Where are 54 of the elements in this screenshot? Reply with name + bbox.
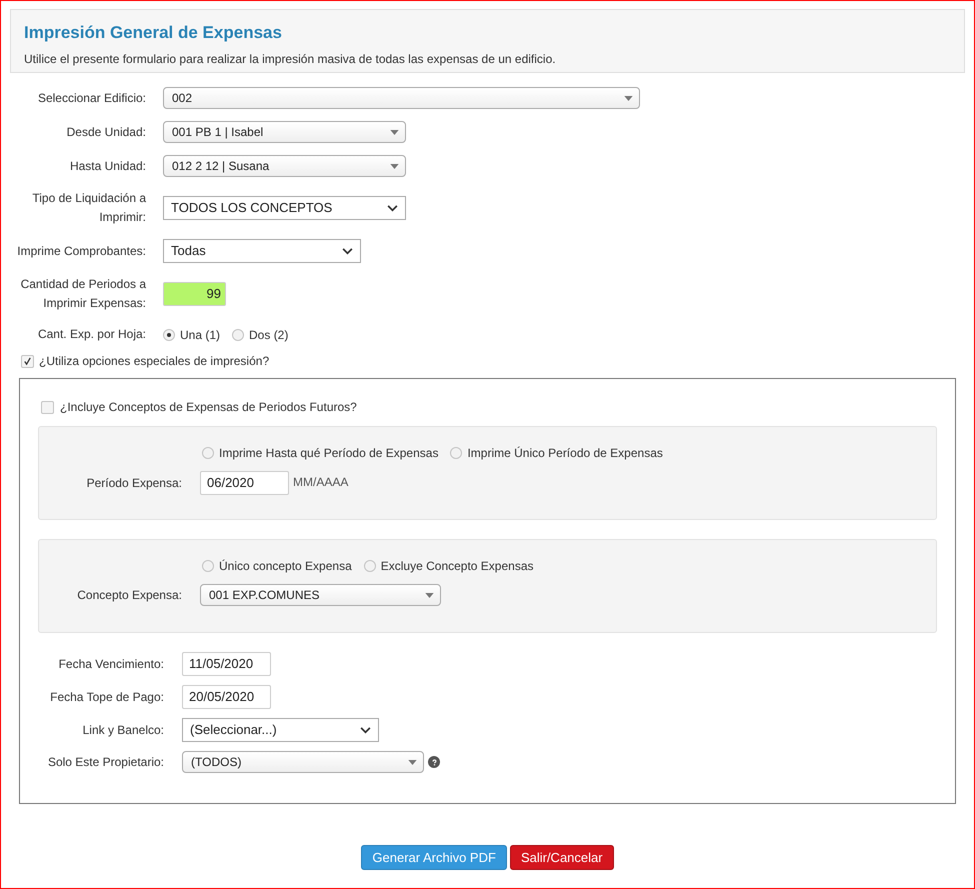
field-label: Link y Banelco: — [82, 722, 164, 738]
radio-button[interactable] — [232, 328, 244, 340]
caret-icon — [390, 130, 399, 134]
radio-button[interactable] — [202, 560, 214, 572]
input-field[interactable]: 06/2020 — [200, 471, 289, 495]
field-label: Período Expensa: — [86, 474, 182, 492]
page-title: Impresión General de Expensas — [24, 22, 282, 44]
radio-button[interactable] — [450, 447, 462, 459]
radio-label: Imprime Único Período de Expensas — [467, 445, 663, 462]
checkbox[interactable] — [41, 400, 54, 414]
radio-label: Único concepto Expensa — [219, 558, 352, 575]
field-label: Solo Este Propietario: — [46, 754, 164, 770]
radio-button[interactable] — [163, 328, 175, 340]
checkbox-label: ¿Incluye Conceptos de Expensas de Periodos Futuros? — [60, 399, 357, 416]
chevron-down-icon — [387, 204, 398, 212]
cancel-button[interactable]: Salir/Cancelar — [510, 845, 614, 870]
chevron-down-icon — [342, 248, 353, 254]
select-dropdown[interactable]: 001 PB 1 | Isabel — [163, 121, 406, 143]
field-label: Hasta Unidad: — [68, 158, 146, 174]
select-dropdown[interactable]: (TODOS) — [182, 751, 424, 773]
format-hint: MM/AAAA — [293, 474, 348, 491]
chevron-down-icon — [360, 726, 371, 734]
input-field[interactable]: 20/05/2020 — [182, 685, 271, 709]
select-dropdown[interactable]: 001 EXP.COMUNES — [200, 584, 441, 606]
input-field[interactable]: 11/05/2020 — [182, 652, 271, 676]
select-dropdown[interactable]: 012 2 12 | Susana — [163, 155, 406, 177]
caret-icon — [425, 592, 434, 598]
field-label: Desde Unidad: — [66, 124, 146, 140]
checkbox-label: ¿Utiliza opciones especiales de impresión? — [39, 353, 270, 370]
caret-icon — [624, 96, 633, 100]
caret-icon — [390, 164, 399, 168]
field-label: Tipo de Liquidación a Imprimir: — [31, 190, 146, 226]
page-description: Utilice el presente formulario para realizar la impresión masiva de todas las expensas de un edificio. — [24, 50, 556, 68]
select-dropdown[interactable]: 002 — [163, 87, 640, 109]
radio-label: Excluye Concepto Expensas — [380, 558, 534, 575]
radio-label: Imprime Hasta qué Período de Expensas — [219, 445, 438, 462]
radio-label: Una (1) — [180, 326, 220, 344]
help-icon[interactable] — [428, 756, 440, 768]
checkbox[interactable] — [21, 354, 34, 368]
field-label: Fecha Tope de Pago: — [49, 688, 164, 706]
radio-button[interactable] — [202, 447, 214, 459]
field-label: Fecha Vencimiento: — [58, 656, 164, 672]
select-dropdown[interactable]: (Seleccionar...) — [182, 718, 379, 742]
input-field[interactable]: 99 — [163, 282, 226, 306]
field-label: Seleccionar Edificio: — [36, 90, 146, 106]
radio-button[interactable] — [364, 560, 376, 572]
field-label: Cant. Exp. por Hoja: — [36, 326, 146, 343]
field-label: Cantidad de Periodos a Imprimir Expensas: — [20, 276, 146, 312]
field-label: Imprime Comprobantes: — [16, 242, 146, 260]
radio-label: Dos (2) — [249, 326, 288, 344]
select-dropdown[interactable]: TODOS LOS CONCEPTOS — [163, 196, 406, 220]
caret-icon — [408, 760, 417, 764]
field-label: Concepto Expensa: — [76, 586, 182, 604]
select-dropdown[interactable]: Todas — [163, 239, 361, 263]
